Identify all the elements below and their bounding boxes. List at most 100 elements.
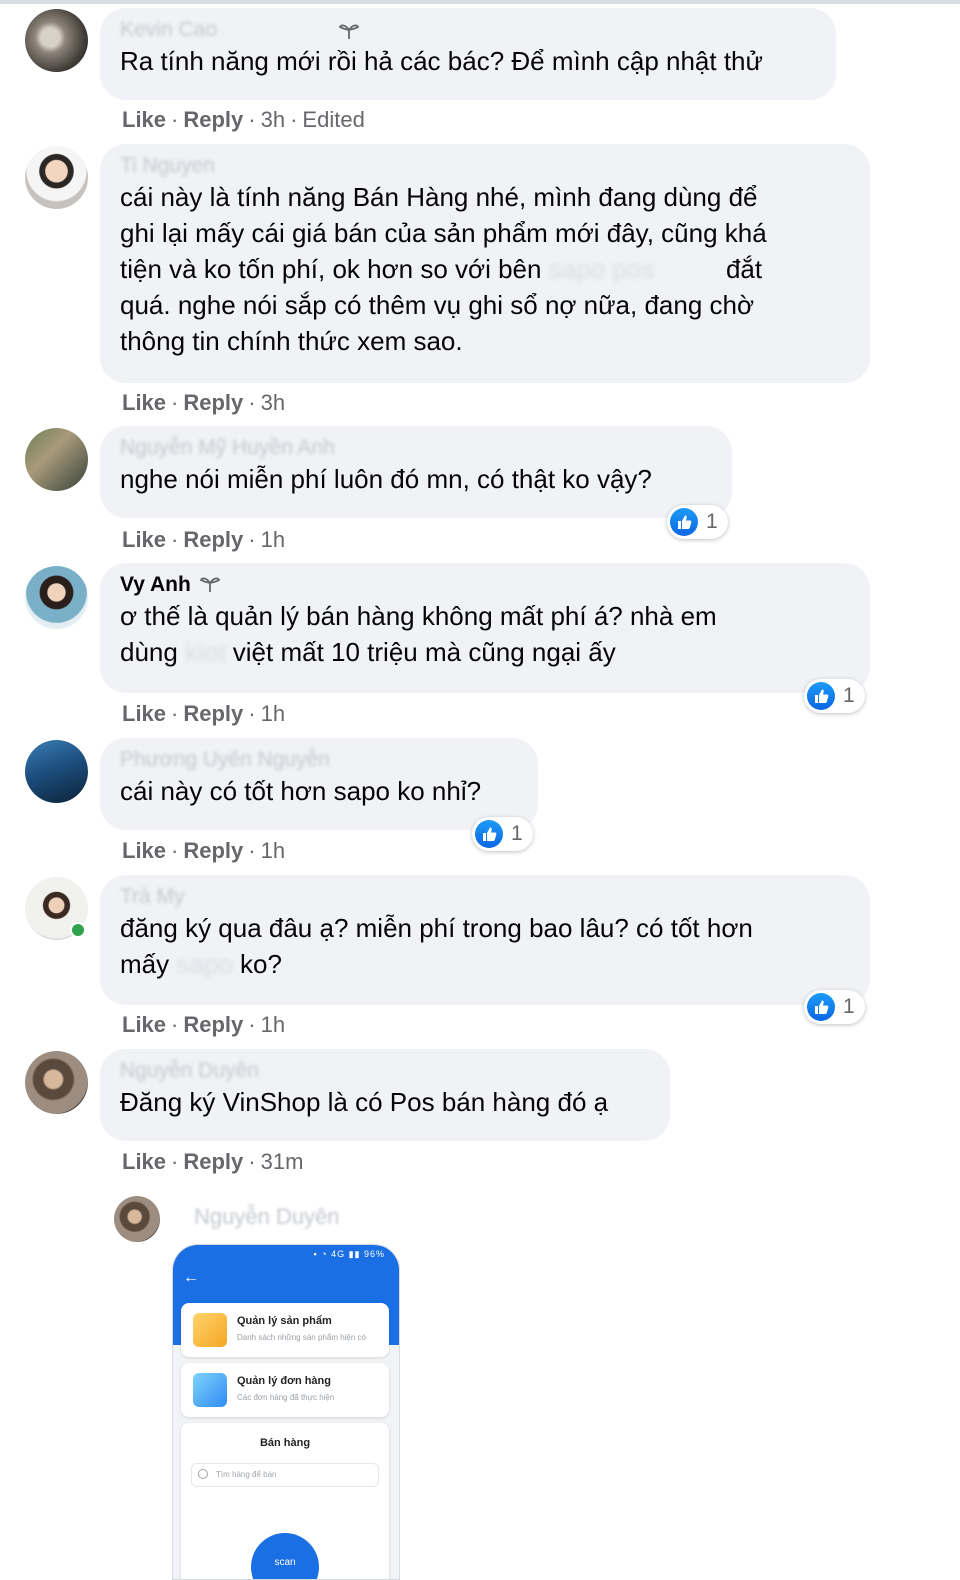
like-link[interactable]: Like <box>122 527 166 552</box>
reply-link[interactable]: Reply <box>183 107 243 132</box>
commenter-name[interactable]: Nguyễn Duyên <box>120 1057 650 1084</box>
reply-link[interactable]: Reply <box>183 838 243 863</box>
comment-text: cái này có tốt hơn sapo ko nhỉ? <box>120 776 482 806</box>
redacted-text: sapo pos <box>548 254 655 284</box>
commenter-name-text[interactable]: Vy Anh <box>120 573 191 596</box>
avatar[interactable] <box>25 146 88 209</box>
reply-commenter-name[interactable]: Nguyễn Duyên <box>194 1204 340 1230</box>
timestamp[interactable]: 1h <box>261 527 285 552</box>
reaction-count[interactable]: 1 <box>804 679 865 713</box>
top-divider <box>0 0 960 4</box>
comment-text-line: ơ thế là quản lý bán hàng không mất phí … <box>120 601 717 631</box>
commenter-name[interactable]: Kevin Cao <box>120 16 816 43</box>
search-icon <box>198 1469 208 1479</box>
section-title: Bán hàng <box>259 1437 311 1449</box>
comment-actions: Like · Reply · 1h <box>122 701 285 727</box>
commenter-name[interactable]: Nguyễn Mỹ Huyền Anh <box>120 434 712 461</box>
reply-link[interactable]: Reply <box>183 1012 243 1037</box>
redacted-text: kiot <box>185 637 226 667</box>
comment-actions: Like · Reply · 3h <box>122 390 285 416</box>
commenter-name[interactable]: Vy Anh <box>120 571 850 598</box>
comment-actions: Like · Reply · 31m <box>122 1149 303 1175</box>
like-link[interactable]: Like <box>122 838 166 863</box>
status-bar: ▪ ◔ 4G ▮▮ 96% <box>313 1249 385 1259</box>
timestamp[interactable]: 3h <box>261 107 285 132</box>
comment-bubble: Ti Nguyen cái này là tính năng Bán Hàng … <box>100 144 870 383</box>
reaction-count[interactable]: 1 <box>667 505 728 539</box>
separator: · <box>248 701 256 726</box>
like-link[interactable]: Like <box>122 107 166 132</box>
timestamp[interactable]: 1h <box>261 701 285 726</box>
reply-avatar[interactable] <box>114 1196 160 1242</box>
comment-text: Ra tính năng mới rồi hả các bác? Để mình… <box>120 46 763 76</box>
like-link[interactable]: Like <box>122 1149 166 1174</box>
avatar[interactable] <box>25 428 88 491</box>
separator: · <box>171 1149 179 1174</box>
separator: · <box>171 1012 179 1037</box>
timestamp[interactable]: 1h <box>261 838 285 863</box>
timestamp[interactable]: 31m <box>261 1149 304 1174</box>
card-title: Quản lý sản phẩm <box>237 1315 332 1327</box>
attached-screenshot[interactable]: ▪ ◔ 4G ▮▮ 96% ← Quản lý sản phẩm Danh sá… <box>172 1244 400 1580</box>
card-subtitle: Danh sách những sản phẩm hiện có <box>237 1333 366 1342</box>
comment-bubble: Trà My đăng ký qua đâu ạ? miễn phí trong… <box>100 875 870 1005</box>
comment-actions: Like · Reply · 1h <box>122 527 285 553</box>
comment-text: nghe nói miễn phí luôn đó mn, có thật ko… <box>120 464 652 494</box>
separator: · <box>248 107 256 132</box>
reply-link[interactable]: Reply <box>183 527 243 552</box>
avatar[interactable] <box>25 740 88 803</box>
reaction-count[interactable]: 1 <box>804 990 865 1024</box>
comment-text-part: ko? <box>239 949 282 979</box>
reaction-number: 1 <box>843 684 855 707</box>
comment-text-part: tiện và ko tốn phí, ok hơn so với bên <box>120 254 542 284</box>
redacted-text: sapo <box>176 949 233 979</box>
reaction-number: 1 <box>843 995 855 1018</box>
avatar[interactable] <box>25 9 88 72</box>
comment-text-line: tiện và ko tốn phí, ok hơn so với bên sa… <box>120 251 850 287</box>
avatar[interactable] <box>25 566 88 629</box>
reaction-number: 1 <box>511 822 523 845</box>
timestamp[interactable]: 1h <box>261 1012 285 1037</box>
commenter-name[interactable]: Ti Nguyen <box>120 152 850 179</box>
edited-label: Edited <box>302 107 365 132</box>
like-reaction-icon <box>670 508 698 536</box>
comment-bubble: Kevin Cao Ra tính năng mới rồi hả các bá… <box>100 8 836 100</box>
order-management-card: Quản lý đơn hàng Các đơn hàng đã thực hi… <box>181 1363 389 1417</box>
like-link[interactable]: Like <box>122 390 166 415</box>
like-link[interactable]: Like <box>122 701 166 726</box>
like-link[interactable]: Like <box>122 1012 166 1037</box>
separator: · <box>248 390 256 415</box>
separator: · <box>171 527 179 552</box>
like-reaction-icon <box>475 820 503 848</box>
commenter-name[interactable]: Trà My <box>120 883 850 910</box>
comment-text-line: quá. nghe nói sắp có thêm vụ ghi sổ nợ n… <box>120 290 755 320</box>
comment-bubble: Vy Anh ơ thế là quản lý bán hàng không m… <box>100 563 870 693</box>
product-search-input: Tìm hàng để bán <box>191 1463 379 1487</box>
comment-bubble: Phương Uyên Nguyễn cái này có tốt hơn sa… <box>100 738 538 830</box>
comment-text-part: mấy <box>120 949 170 979</box>
reply-link[interactable]: Reply <box>183 1149 243 1174</box>
avatar[interactable] <box>25 1051 88 1114</box>
comment-text-line: dùng kiot việt mất 10 triệu mà cũng ngại… <box>120 634 850 670</box>
reaction-count[interactable]: 1 <box>472 817 533 851</box>
separator: · <box>248 1012 256 1037</box>
comment-text-part: dùng <box>120 637 178 667</box>
orders-icon <box>193 1373 227 1407</box>
separator: · <box>248 1149 256 1174</box>
comment-text: Đăng ký VinShop là có Pos bán hàng đó ạ <box>120 1087 609 1117</box>
comment-text-line: đăng ký qua đâu ạ? miễn phí trong bao lâ… <box>120 913 753 943</box>
separator: · <box>248 838 256 863</box>
card-title: Quản lý đơn hàng <box>237 1375 331 1387</box>
reply-link[interactable]: Reply <box>183 390 243 415</box>
products-icon <box>193 1313 227 1347</box>
comment-text-line: cái này là tính năng Bán Hàng nhé, mình … <box>120 182 758 212</box>
timestamp[interactable]: 3h <box>261 390 285 415</box>
comment-text-line: thông tin chính thức xem sao. <box>120 326 463 356</box>
rising-fan-badge-icon <box>336 22 360 43</box>
like-reaction-icon <box>807 682 835 710</box>
reply-link[interactable]: Reply <box>183 701 243 726</box>
reaction-number: 1 <box>706 510 718 533</box>
online-status-dot <box>70 922 86 938</box>
commenter-name[interactable]: Phương Uyên Nguyễn <box>120 746 518 773</box>
separator: · <box>248 527 256 552</box>
